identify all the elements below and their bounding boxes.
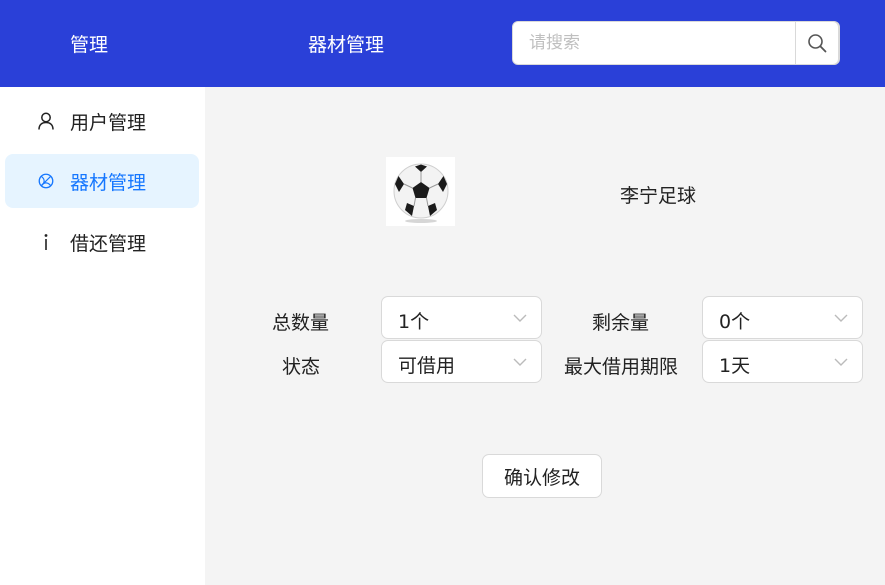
chevron-down-icon: [513, 358, 527, 366]
page-title: 器材管理: [308, 34, 385, 56]
search-button[interactable]: [795, 21, 839, 65]
sidebar-item-label: 借还管理: [70, 232, 147, 255]
max-period-select[interactable]: 1天: [702, 340, 863, 383]
select-value: 1天: [719, 355, 751, 377]
remaining-label: 剩余量: [592, 312, 650, 334]
chevron-down-icon: [513, 314, 527, 322]
equipment-name: 李宁足球: [620, 185, 697, 207]
select-value: 0个: [719, 311, 751, 333]
select-value: 可借用: [398, 355, 456, 377]
sidebar-item-borrow-return[interactable]: 借还管理: [5, 215, 199, 269]
sidebar-item-label: 器材管理: [70, 171, 147, 194]
max-period-label: 最大借用期限: [564, 356, 679, 378]
chevron-down-icon: [834, 358, 848, 366]
total-label: 总数量: [272, 312, 330, 334]
sidebar-item-label: 用户管理: [70, 111, 147, 134]
search-icon: [808, 34, 827, 53]
total-select[interactable]: 1个: [381, 296, 542, 339]
status-label: 状态: [282, 356, 321, 378]
brand-title: 管理: [70, 34, 109, 56]
search-box: [512, 21, 840, 65]
sidebar: 用户管理 器材管理 借还管理: [0, 87, 205, 585]
sidebar-item-equipment[interactable]: 器材管理: [5, 154, 199, 208]
search-input[interactable]: [513, 22, 797, 64]
confirm-button[interactable]: 确认修改: [482, 454, 602, 498]
status-select[interactable]: 可借用: [381, 340, 542, 383]
sidebar-item-users[interactable]: 用户管理: [5, 94, 199, 148]
user-icon: [38, 112, 54, 130]
chevron-down-icon: [834, 314, 848, 322]
select-value: 1个: [398, 311, 430, 333]
equipment-image: [386, 157, 455, 226]
soccer-ball-icon: [393, 163, 448, 223]
remaining-select[interactable]: 0个: [702, 296, 863, 339]
basketball-icon: [38, 173, 54, 189]
top-header: 管理 器材管理: [0, 0, 885, 87]
info-icon: [38, 234, 54, 250]
